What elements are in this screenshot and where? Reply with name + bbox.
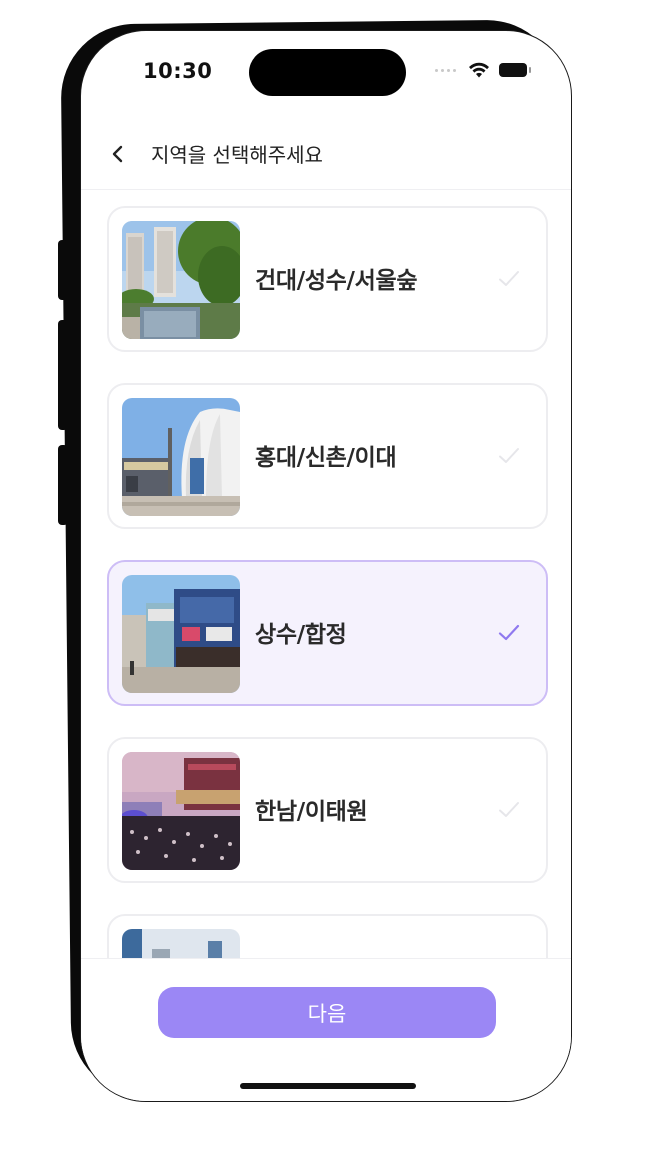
region-card-hongdae[interactable]: 홍대/신촌/이대 — [107, 383, 548, 529]
cellular-signal-icon — [435, 69, 456, 72]
check-icon — [498, 624, 520, 641]
region-photo — [122, 752, 240, 870]
region-card-hannam[interactable]: 한남/이태원 — [107, 737, 548, 883]
region-photo — [122, 575, 240, 693]
region-photo — [122, 398, 240, 516]
phone-mockup: 10:30 지역을 선택해주세요 건대/성수/서울숲 홍대/신촌/이대 상수/합… — [0, 0, 649, 1165]
region-label: 건대/성수/서울숲 — [255, 268, 418, 294]
phone-side-button — [58, 240, 68, 300]
region-label: 한남/이태원 — [255, 799, 368, 825]
phone-side-button — [58, 320, 68, 430]
check-icon — [499, 271, 519, 286]
region-card-konkuk[interactable]: 건대/성수/서울숲 — [107, 206, 548, 352]
check-icon — [499, 448, 519, 463]
next-button[interactable]: 다음 — [158, 987, 496, 1038]
chevron-left-icon[interactable] — [107, 143, 129, 165]
page-title: 지역을 선택해주세요 — [151, 143, 323, 167]
phone-side-button — [58, 445, 68, 525]
region-photo — [122, 221, 240, 339]
app-header: 지역을 선택해주세요 — [81, 125, 571, 190]
dynamic-island — [249, 49, 406, 96]
region-card-partial[interactable] — [107, 914, 548, 958]
region-label: 상수/합정 — [255, 622, 347, 648]
wifi-icon — [469, 62, 489, 78]
phone-screen: 10:30 지역을 선택해주세요 건대/성수/서울숲 홍대/신촌/이대 상수/합… — [80, 30, 572, 1102]
home-indicator — [240, 1083, 416, 1089]
battery-icon — [499, 63, 531, 77]
region-card-sangsu[interactable]: 상수/합정 — [107, 560, 548, 706]
region-label: 홍대/신촌/이대 — [255, 445, 397, 471]
check-icon — [499, 802, 519, 817]
bottom-action-bar: 다음 — [81, 958, 571, 1101]
region-list: 건대/성수/서울숲 홍대/신촌/이대 상수/합정 한남/이태원 — [107, 206, 548, 958]
status-time: 10:30 — [143, 59, 213, 83]
region-photo — [122, 929, 240, 958]
